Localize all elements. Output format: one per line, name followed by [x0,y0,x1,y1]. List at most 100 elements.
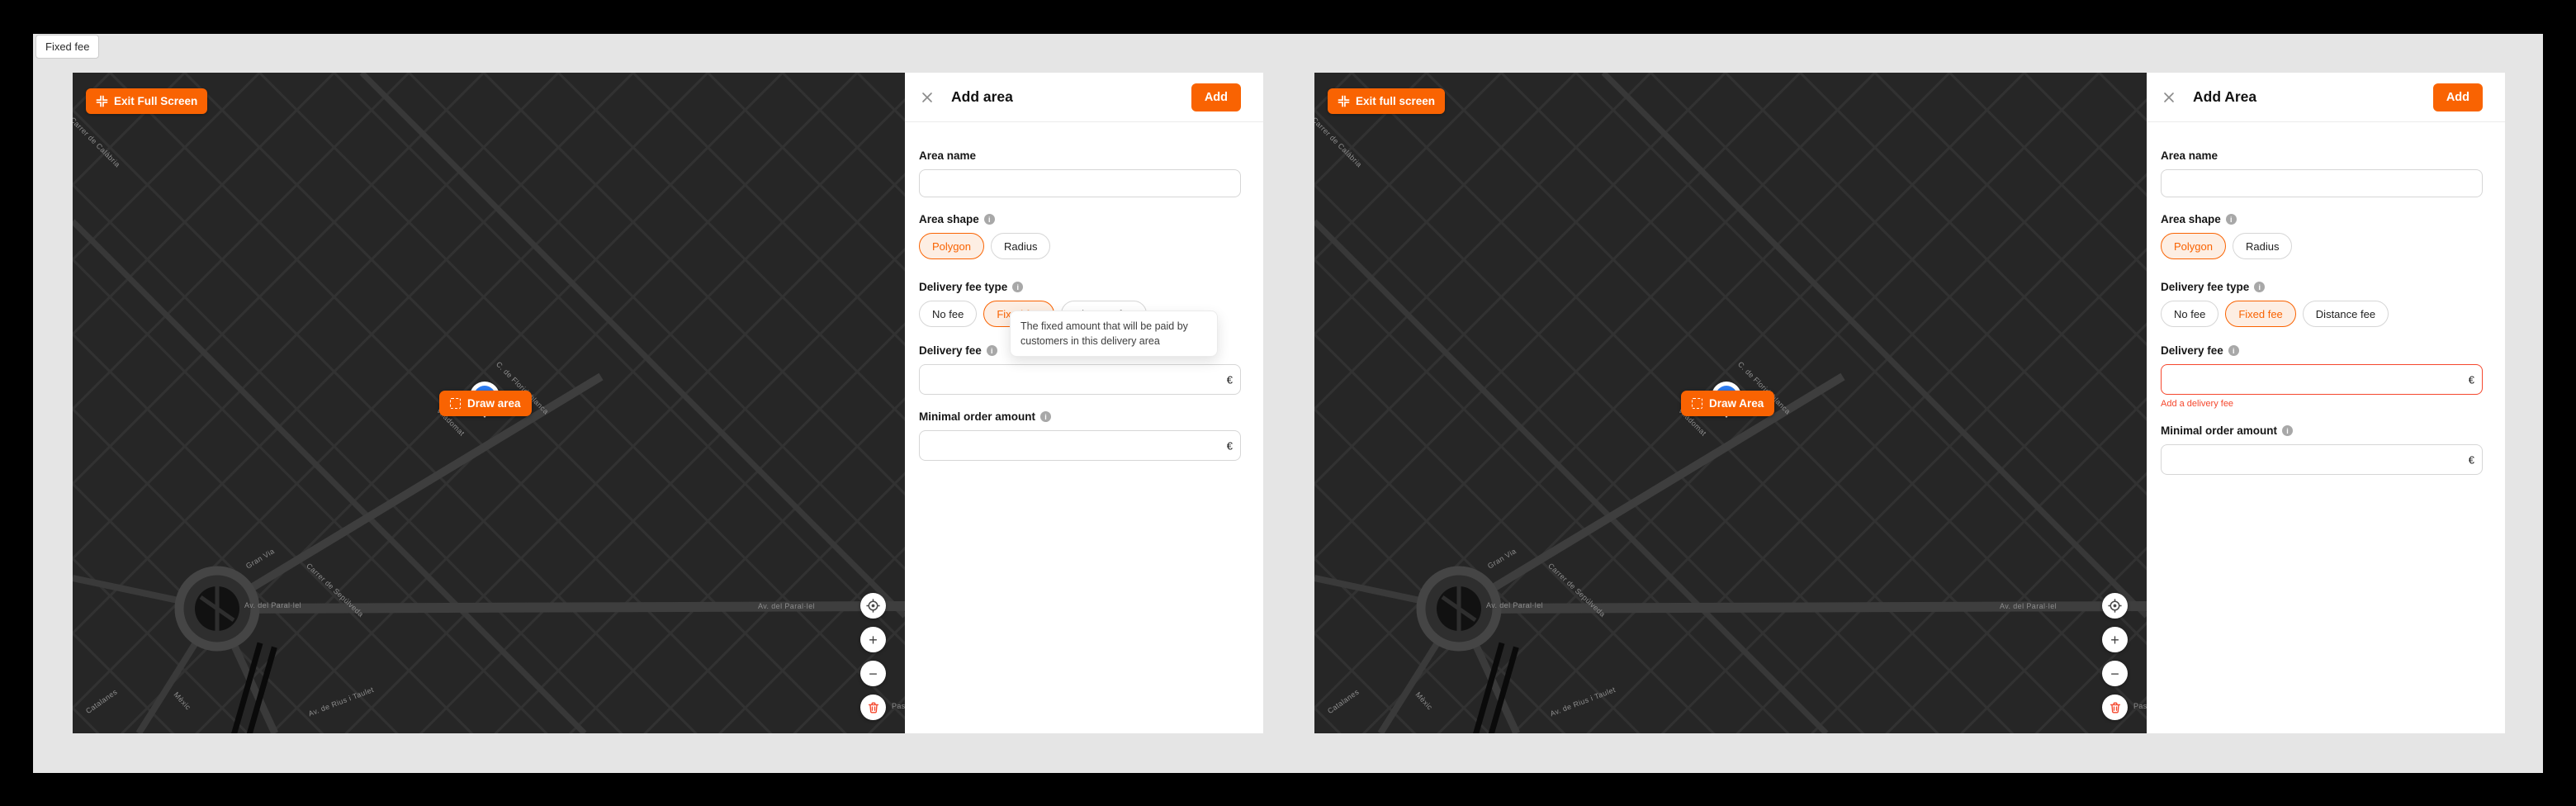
panel-title: Add area [951,88,1176,106]
info-icon[interactable] [987,345,997,356]
delivery-fee-input-wrap: € [2161,364,2483,395]
fee-type-field: Delivery fee type No fee Fixed fee Dista… [2161,281,2483,327]
minimal-order-input-wrap: € [919,430,1241,461]
collapse-icon [1338,95,1350,107]
collapse-icon [96,95,108,107]
trash-icon [866,700,881,715]
minimal-order-field: Minimal order amount € [919,410,1241,461]
shape-option-polygon[interactable]: Polygon [2161,233,2226,259]
add-area-panel: Add Area Add Area name Area shape [2147,73,2505,733]
zoom-out-button[interactable]: − [860,661,886,686]
area-name-label: Area name [2161,149,2483,162]
currency-suffix: € [2469,373,2474,386]
minimal-order-input[interactable] [919,430,1241,461]
map-canvas[interactable]: Carrer de Calàbria Gran Via Carrer de Se… [73,73,905,733]
currency-suffix: € [2469,453,2474,466]
currency-suffix: € [1227,373,1233,386]
fee-type-label: Delivery fee type [919,281,1241,293]
area-name-label: Area name [919,149,1241,162]
info-icon[interactable] [1040,411,1051,422]
currency-suffix: € [1227,439,1233,452]
close-icon [920,90,935,105]
add-area-panel: Add area Add Area name Area shape [905,73,1263,733]
info-icon[interactable] [2254,282,2265,292]
draw-area-button[interactable]: Draw area [439,391,532,416]
zoom-in-button[interactable]: + [2102,627,2128,652]
info-icon[interactable] [2226,214,2237,225]
trash-icon [2108,700,2123,715]
close-button[interactable] [919,89,935,106]
panel-body: Area name Area shape Polygon Radius [2147,122,2505,475]
fee-option-distance-fee[interactable]: Distance fee [2303,301,2389,327]
fee-option-no-fee[interactable]: No fee [919,301,977,327]
fixed-fee-tooltip: The fixed amount that will be paid by cu… [1010,311,1218,357]
fee-type-label: Delivery fee type [2161,281,2483,293]
street-label: Av. del Paral·lel [244,601,301,609]
tab-fixed-fee[interactable]: Fixed fee [36,35,99,59]
delivery-fee-error: Add a delivery fee [2161,399,2483,409]
shape-option-radius[interactable]: Radius [2233,233,2292,259]
draw-area-icon [450,398,461,409]
area-name-field: Area name [2161,149,2483,197]
zoom-in-button[interactable]: + [860,627,886,652]
delete-area-button[interactable] [860,695,886,720]
fee-type-options: No fee Fixed fee Distance fee [2161,301,2483,327]
map-controls: + − [860,593,886,720]
fee-option-no-fee[interactable]: No fee [2161,301,2218,327]
shape-option-polygon[interactable]: Polygon [919,233,984,259]
street-label: Av. del Paral·lel [1486,601,1543,609]
minimal-order-field: Minimal order amount € [2161,424,2483,475]
workspace-background: Fixed fee Carrer d [33,34,2543,773]
draw-area-label: Draw area [467,397,521,410]
minimal-order-label: Minimal order amount [2161,424,2483,437]
area-shape-label: Area shape [919,213,1241,225]
shape-option-radius[interactable]: Radius [991,233,1050,259]
panel-title: Add Area [2193,88,2417,106]
zoom-out-button[interactable]: − [2102,661,2128,686]
delete-area-button[interactable] [2102,695,2128,720]
map-controls: + − [2102,593,2128,720]
info-icon[interactable] [984,214,995,225]
info-icon[interactable] [2282,425,2293,436]
minimal-order-input-wrap: € [2161,444,2483,475]
close-icon [2162,90,2176,105]
locate-button[interactable] [2102,593,2128,619]
info-icon[interactable] [1012,282,1023,292]
draw-area-button[interactable]: Draw Area [1681,391,1774,416]
panel-body: Area name Area shape Polygon Radius [905,122,1263,461]
locate-button[interactable] [860,593,886,619]
delivery-fee-label: Delivery fee [2161,344,2483,357]
minimal-order-input[interactable] [2161,444,2483,475]
close-button[interactable] [2161,89,2177,106]
card-left: Carrer de Calàbria Gran Via Carrer de Se… [73,73,1263,733]
card-right: Carrer de Calàbria Gran Via Carrer de Se… [1314,73,2505,733]
exit-fullscreen-button[interactable]: Exit Full Screen [86,88,207,114]
draw-area-icon [1692,398,1702,409]
panel-header: Add Area Add [2147,73,2505,122]
street-label: Av. del Paral·lel [758,602,815,610]
street-label: Pas [892,702,905,710]
add-button[interactable]: Add [1191,83,1241,111]
delivery-fee-input[interactable] [2161,364,2483,395]
draw-area-label: Draw Area [1709,397,1764,410]
area-shape-options: Polygon Radius [919,233,1241,259]
locate-icon [2107,598,2123,614]
area-shape-options: Polygon Radius [2161,233,2483,259]
street-label: Pas [2133,702,2147,710]
exit-fullscreen-button[interactable]: Exit full screen [1328,88,1445,114]
area-name-field: Area name [919,149,1241,197]
delivery-fee-input-wrap: € [919,364,1241,395]
area-shape-label: Area shape [2161,213,2483,225]
add-button[interactable]: Add [2433,83,2483,111]
exit-fullscreen-label: Exit full screen [1356,95,1435,107]
area-shape-field: Area shape Polygon Radius [919,213,1241,259]
delivery-fee-field: Delivery fee € Add a delivery fee [2161,344,2483,409]
locate-icon [865,598,881,614]
street-label: Av. del Paral·lel [2000,602,2057,610]
info-icon[interactable] [2228,345,2239,356]
fee-option-fixed-fee[interactable]: Fixed fee [2225,301,2295,327]
map-canvas[interactable]: Carrer de Calàbria Gran Via Carrer de Se… [1314,73,2147,733]
delivery-fee-input[interactable] [919,364,1241,395]
area-name-input[interactable] [919,169,1241,197]
area-name-input[interactable] [2161,169,2483,197]
